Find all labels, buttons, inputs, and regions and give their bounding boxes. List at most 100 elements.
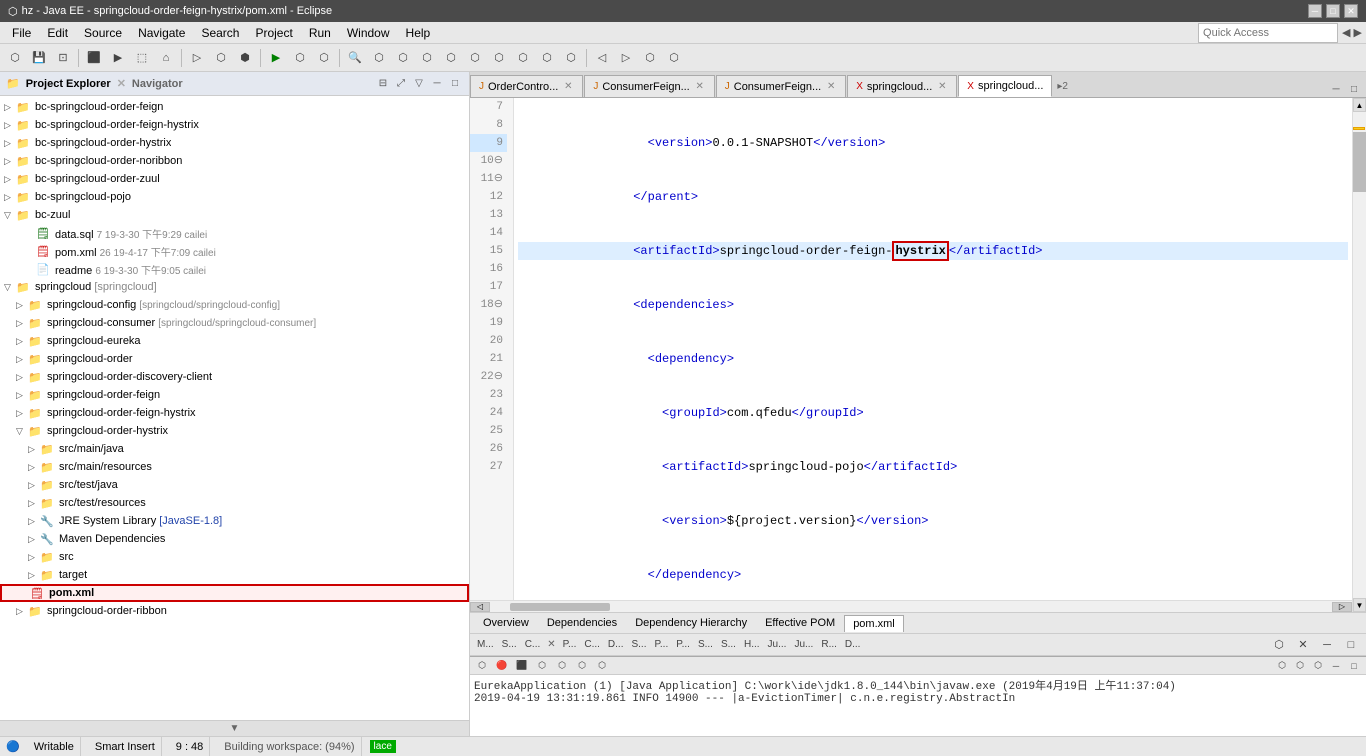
tree-item-sc-order-hystrix[interactable]: ▽ 📁 springcloud-order-hystrix xyxy=(0,422,469,440)
tree-item-sc-consumer[interactable]: ▷ 📁 springcloud-consumer [springcloud/sp… xyxy=(0,314,469,332)
project-explorer-tab[interactable]: Project Explorer xyxy=(26,78,111,90)
menu-edit[interactable]: Edit xyxy=(39,24,76,42)
toolbar-btn-14[interactable]: 🔍 xyxy=(344,47,366,69)
toolbar-btn-12[interactable]: ⬡ xyxy=(289,47,311,69)
toolbar-btn-back[interactable]: ◁ xyxy=(591,47,613,69)
console-ctrl-3[interactable]: ⬡ xyxy=(1310,658,1326,674)
editor-max-btn[interactable]: □ xyxy=(1346,81,1362,97)
close-button[interactable]: ✕ xyxy=(1344,4,1358,18)
tree-item-bc-zuul[interactable]: ▷ 📁 bc-springcloud-order-zuul xyxy=(0,170,469,188)
btoolbar-s[interactable]: S... xyxy=(499,634,520,656)
menu-help[interactable]: Help xyxy=(398,24,439,42)
tab-consumer-feign-2[interactable]: J ConsumerFeign... ✕ xyxy=(716,75,846,97)
tab-more[interactable]: ▸2 xyxy=(1053,75,1072,97)
console-btn-stop[interactable]: ⬛ xyxy=(514,658,530,674)
quick-access-input[interactable] xyxy=(1198,23,1338,43)
toolbar-btn-23[interactable]: ⬡ xyxy=(560,47,582,69)
minimize-button[interactable]: ─ xyxy=(1308,4,1322,18)
console-btn-6[interactable]: ⬡ xyxy=(574,658,590,674)
tree-item-bc-zuul2[interactable]: ▽ 📁 bc-zuul xyxy=(0,206,469,224)
toolbar-btn-4[interactable]: ⬛ xyxy=(83,47,105,69)
tree-item-pom-xml-highlighted[interactable]: 🗒 pom.xml xyxy=(0,584,469,602)
btoolbar-h[interactable]: H... xyxy=(741,634,763,656)
console-ctrl-1[interactable]: ⬡ xyxy=(1274,658,1290,674)
toolbar-btn-1[interactable]: ⬡ xyxy=(4,47,26,69)
btoolbar-c[interactable]: C... xyxy=(522,634,544,656)
btoolbar-ctrl-4[interactable]: □ xyxy=(1340,634,1362,656)
btoolbar-p2[interactable]: P... xyxy=(652,634,672,656)
tree-item-pom-xml[interactable]: 🗒 pom.xml 26 19-4-17 下午7:09 cailei xyxy=(0,242,469,260)
console-btn-5[interactable]: ⬡ xyxy=(554,658,570,674)
vertical-scrollbar[interactable]: ▲ ▼ xyxy=(1352,98,1366,612)
toolbar-btn-15[interactable]: ⬡ xyxy=(368,47,390,69)
btoolbar-r[interactable]: R... xyxy=(818,634,840,656)
tree-item-readme[interactable]: 📄 readme 6 19-3-30 下午9:05 cailei xyxy=(0,260,469,278)
h-scroll-thumb[interactable] xyxy=(510,603,610,611)
tab-close[interactable]: ✕ xyxy=(694,81,706,93)
panel-scroll-down[interactable]: ▼ xyxy=(0,720,469,736)
toolbar-btn-25[interactable]: ⬡ xyxy=(663,47,685,69)
btoolbar-d2[interactable]: D... xyxy=(842,634,864,656)
link-editor-btn[interactable]: ⤢ xyxy=(393,76,409,92)
toolbar-run[interactable]: ▶ xyxy=(265,47,287,69)
editor-min-btn[interactable]: ─ xyxy=(1328,81,1344,97)
tab-dependency-hierarchy[interactable]: Dependency Hierarchy xyxy=(626,614,756,632)
btoolbar-d[interactable]: D... xyxy=(605,634,627,656)
tab-springcloud-1[interactable]: X springcloud... ✕ xyxy=(847,75,957,97)
btoolbar-s4[interactable]: S... xyxy=(718,634,739,656)
tree-item-src-main-resources[interactable]: ▷ 📁 src/main/resources xyxy=(0,458,469,476)
tree-item-sc-config[interactable]: ▷ 📁 springcloud-config [springcloud/spri… xyxy=(0,296,469,314)
btoolbar-ctrl-2[interactable]: ✕ xyxy=(1292,634,1314,656)
tree-item-bc-feign[interactable]: ▷ 📁 bc-springcloud-order-feign xyxy=(0,98,469,116)
toolbar-btn-24[interactable]: ⬡ xyxy=(639,47,661,69)
btoolbar-ctrl-1[interactable]: ⬡ xyxy=(1268,634,1290,656)
console-ctrl-4[interactable]: ─ xyxy=(1328,658,1344,674)
tab-overview[interactable]: Overview xyxy=(474,614,538,632)
tree-item-src[interactable]: ▷ 📁 src xyxy=(0,548,469,566)
tab-effective-pom[interactable]: Effective POM xyxy=(756,614,844,632)
toolbar-btn-5[interactable]: ▶ xyxy=(107,47,129,69)
horizontal-scrollbar[interactable]: ◁ ▷ xyxy=(470,600,1352,612)
btoolbar-s2[interactable]: S... xyxy=(628,634,649,656)
tree-item-maven[interactable]: ▷ 🔧 Maven Dependencies xyxy=(0,530,469,548)
menu-project[interactable]: Project xyxy=(247,24,300,42)
menu-search[interactable]: Search xyxy=(193,24,247,42)
toolbar-btn-6[interactable]: ⬚ xyxy=(131,47,153,69)
scroll-left-btn[interactable]: ◁ xyxy=(470,602,490,612)
tree-item-data-sql[interactable]: 🗒 data.sql 7 19-3-30 下午9:29 cailei xyxy=(0,224,469,242)
btoolbar-m[interactable]: M... xyxy=(474,634,497,656)
toolbar-btn-17[interactable]: ⬡ xyxy=(416,47,438,69)
panel-menu-btn[interactable]: ▽ xyxy=(411,76,427,92)
toolbar-btn-18[interactable]: ⬡ xyxy=(440,47,462,69)
tree-item-src-test-java[interactable]: ▷ 📁 src/test/java xyxy=(0,476,469,494)
tree-item-sc-order-feign-hystrix[interactable]: ▷ 📁 springcloud-order-feign-hystrix xyxy=(0,404,469,422)
btoolbar-ju1[interactable]: Ju... xyxy=(765,634,790,656)
tree-item-src-main-java[interactable]: ▷ 📁 src/main/java xyxy=(0,440,469,458)
tree-item-target[interactable]: ▷ 📁 target xyxy=(0,566,469,584)
tab-springcloud-2[interactable]: X springcloud... xyxy=(958,75,1052,97)
btoolbar-ctrl-3[interactable]: ─ xyxy=(1316,634,1338,656)
tree-item-sc-order[interactable]: ▷ 📁 springcloud-order xyxy=(0,350,469,368)
toolbar-btn-fwd[interactable]: ▷ xyxy=(615,47,637,69)
toolbar-btn-19[interactable]: ⬡ xyxy=(464,47,486,69)
console-btn-4[interactable]: ⬡ xyxy=(534,658,550,674)
toolbar-btn-9[interactable]: ⬡ xyxy=(210,47,232,69)
tree-item-bc-hystrix[interactable]: ▷ 📁 bc-springcloud-order-hystrix xyxy=(0,134,469,152)
toolbar-btn-21[interactable]: ⬡ xyxy=(512,47,534,69)
scroll-up-btn[interactable]: ▲ xyxy=(1353,98,1366,112)
tab-close[interactable]: ✕ xyxy=(825,81,837,93)
tab-dependencies[interactable]: Dependencies xyxy=(538,614,626,632)
tree-item-sc-order-ribbon[interactable]: ▷ 📁 springcloud-order-ribbon xyxy=(0,602,469,620)
tree-item-sc-order-feign[interactable]: ▷ 📁 springcloud-order-feign xyxy=(0,386,469,404)
tree-item-bc-noribbon[interactable]: ▷ 📁 bc-springcloud-order-noribbon xyxy=(0,152,469,170)
toolbar-btn-13[interactable]: ⬡ xyxy=(313,47,335,69)
minimize-panel-btn[interactable]: ─ xyxy=(429,76,445,92)
toolbar-btn-16[interactable]: ⬡ xyxy=(392,47,414,69)
toolbar-btn-save[interactable]: 💾 xyxy=(28,47,50,69)
btoolbar-p3[interactable]: P... xyxy=(673,634,693,656)
toolbar-btn-22[interactable]: ⬡ xyxy=(536,47,558,69)
btoolbar-c2[interactable]: C... xyxy=(581,634,603,656)
editor-content[interactable]: 7 8 9 10⊖ 11⊖ 12 13 14 15 16 17 18⊖ 19 2… xyxy=(470,98,1352,600)
menu-source[interactable]: Source xyxy=(76,24,130,42)
tab-consumer-feign-1[interactable]: J ConsumerFeign... ✕ xyxy=(584,75,714,97)
